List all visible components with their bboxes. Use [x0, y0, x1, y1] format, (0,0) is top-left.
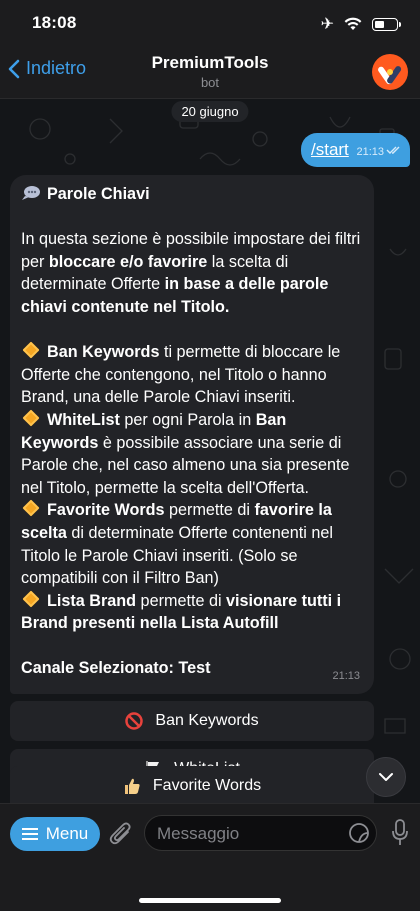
intro-paragraph: In questa sezione è possibile impostare … [21, 230, 361, 316]
selected-channel: Canale Selezionato: Test [21, 659, 211, 678]
status-bar: 18:08 ✈ [0, 0, 420, 44]
chat-title: PremiumTools [151, 53, 269, 72]
message-composer: Menu [0, 803, 420, 911]
favorite-words-label: Favorite Words [152, 777, 262, 794]
outgoing-message[interactable]: /start 21:13 [301, 133, 410, 167]
favorite-words-paragraph: Favorite Words permette di favorire la s… [21, 499, 333, 588]
thumbs-up-icon [123, 777, 141, 795]
menu-label: Menu [45, 824, 89, 843]
home-indicator[interactable] [139, 898, 281, 903]
bot-menu-button[interactable]: Menu [10, 817, 100, 851]
favorite-words-button-row[interactable]: Favorite Words [10, 766, 374, 803]
status-icons: ✈ [320, 14, 401, 34]
message-input[interactable] [155, 816, 349, 852]
orange-diamond-icon [22, 590, 40, 608]
orange-diamond-icon [22, 341, 40, 359]
attachment-icon[interactable] [108, 820, 134, 848]
ban-keywords-label: Ban Keywords [155, 712, 259, 729]
orange-diamond-icon [22, 409, 40, 427]
double-check-icon [386, 146, 400, 154]
ban-keywords-paragraph: Ban Keywords ti permette di bloccare le … [21, 341, 341, 407]
wifi-icon [344, 17, 362, 30]
chat-title-block[interactable]: PremiumTools bot [0, 53, 420, 90]
sticker-icon[interactable] [348, 822, 370, 844]
outgoing-message-text[interactable]: /start [311, 140, 349, 160]
speech-bubble-icon [22, 186, 40, 200]
microphone-icon[interactable] [392, 819, 408, 847]
airplane-mode-icon: ✈ [320, 16, 334, 33]
chat-area[interactable]: 20 giugno /start 21:13 Parole Chiavi In … [0, 99, 420, 803]
date-separator: 20 giugno [171, 101, 249, 122]
incoming-message-time: 21:13 [332, 670, 360, 683]
status-time: 18:08 [32, 13, 77, 32]
chat-header: Indietro PremiumTools bot [0, 44, 420, 99]
incoming-message[interactable]: Parole Chiavi In questa sezione è possib… [10, 175, 374, 694]
tools-logo-icon [378, 66, 402, 85]
orange-diamond-icon [22, 499, 40, 517]
chat-subtitle: bot [200, 75, 220, 90]
whitelist-paragraph: WhiteList per ogni Parola in Ban Keyword… [21, 409, 350, 497]
bot-avatar[interactable] [372, 54, 408, 90]
chevron-down-icon [379, 773, 393, 781]
battery-icon [372, 17, 401, 31]
date-label: 20 giugno [181, 104, 239, 119]
ban-keywords-button[interactable]: Ban Keywords [10, 701, 374, 741]
menu-lines-icon [21, 828, 38, 840]
message-input-wrapper[interactable] [144, 815, 377, 852]
outgoing-message-time: 21:13 [356, 146, 384, 158]
scroll-to-bottom-button[interactable] [366, 757, 406, 797]
brand-list-paragraph: Lista Brand permette di visionare tutti … [21, 590, 342, 633]
prohibited-icon [125, 712, 144, 730]
message-title: Parole Chiavi [47, 185, 150, 203]
